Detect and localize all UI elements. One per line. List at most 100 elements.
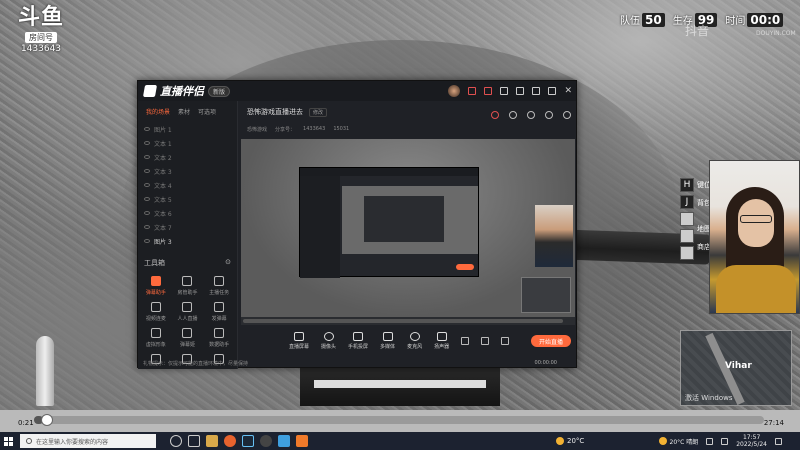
scene-item[interactable]: 文本 5 — [138, 192, 237, 206]
camera-button[interactable]: 摄像头 — [321, 332, 336, 350]
webcam-overlay — [709, 160, 800, 314]
start-button[interactable] — [0, 432, 16, 450]
volume-icon[interactable] — [721, 437, 729, 445]
eye-icon[interactable] — [144, 239, 150, 243]
chat-icon[interactable] — [527, 111, 535, 119]
tray-clock[interactable]: 17:57 2022/5/24 — [736, 434, 767, 448]
notification-icon[interactable] — [775, 437, 782, 445]
firefox-icon[interactable] — [224, 435, 236, 447]
tool-streamer-task[interactable]: 主播任务 — [203, 276, 235, 296]
scene-item[interactable]: 图片 1 — [138, 122, 237, 136]
cortana-icon[interactable] — [170, 435, 182, 447]
eye-icon[interactable] — [144, 183, 150, 187]
scrollbar-thumb[interactable] — [243, 319, 563, 323]
scene-item-label: 文本 5 — [154, 196, 172, 204]
video-icon — [150, 302, 161, 312]
network-icon[interactable] — [706, 437, 714, 445]
scene-item-label: 文本 3 — [154, 168, 172, 176]
media-button[interactable]: 多媒体 — [380, 332, 395, 350]
room-edit-button[interactable]: 修改 — [309, 107, 328, 117]
scene-item[interactable]: 文本 7 — [138, 220, 237, 234]
taskbar-weather-mid[interactable]: 20°C — [556, 432, 584, 450]
taskbar-apps — [170, 435, 308, 447]
more-icon[interactable]: ⊙ — [225, 258, 231, 268]
minimap-place: Vihar — [725, 361, 752, 371]
room-category[interactable]: 恐怖游戏 — [247, 126, 267, 133]
hud-squad-label: 队伍 — [620, 16, 640, 27]
menu-icon[interactable] — [532, 87, 541, 95]
shirt-icon[interactable] — [500, 87, 509, 95]
eye-icon[interactable] — [144, 197, 150, 201]
scene-item-selected[interactable]: 图片 3 — [138, 234, 237, 248]
tool-label: 房管助手 — [177, 290, 198, 296]
stream-preview[interactable] — [241, 139, 575, 317]
webcam-face — [738, 199, 774, 247]
scene-item-label: 图片 1 — [154, 126, 172, 134]
scene-item[interactable]: 文本 6 — [138, 206, 237, 220]
microphone-button[interactable]: 麦克风 — [407, 332, 422, 350]
message-icon[interactable] — [516, 87, 525, 95]
version-badge[interactable]: 新版 — [208, 85, 231, 97]
settings-icon[interactable] — [501, 337, 510, 345]
room-title: 恐怖游戏直播进去 — [247, 108, 303, 116]
preview-scrollbar[interactable] — [241, 317, 575, 325]
eye-icon[interactable] — [144, 141, 150, 145]
record-icon[interactable] — [461, 337, 470, 345]
tab-options[interactable]: 可选项 — [198, 107, 216, 116]
ctrl-label: 扬声器 — [434, 344, 450, 350]
scene-item[interactable]: 文本 1 — [138, 136, 237, 150]
tool-send-danmu[interactable]: 发弹幕 — [203, 302, 235, 322]
eye-icon[interactable] — [144, 127, 150, 131]
tool-everyone-live[interactable]: 人人直播 — [172, 302, 204, 322]
user-avatar[interactable] — [448, 85, 461, 97]
live-companion-taskbar-icon[interactable] — [296, 435, 308, 447]
file-explorer-icon[interactable] — [206, 435, 218, 447]
view-icon[interactable] — [481, 337, 490, 345]
share-icon[interactable] — [563, 111, 571, 119]
task-view-icon[interactable] — [188, 435, 200, 447]
scene-item[interactable]: 文本 3 — [138, 164, 237, 178]
app-icon-blue[interactable] — [278, 435, 290, 447]
gift-box-icon[interactable] — [491, 111, 499, 119]
seek-handle[interactable] — [41, 414, 53, 426]
bell-icon[interactable] — [545, 111, 553, 119]
mail-icon[interactable] — [484, 87, 493, 95]
lock-icon[interactable] — [509, 111, 517, 119]
tool-data-helper[interactable]: 数据助手 — [203, 328, 235, 348]
app-titlebar[interactable]: 直播伴侣 新版 ✕ — [138, 81, 576, 101]
obs-icon[interactable] — [260, 435, 272, 447]
eye-icon[interactable] — [144, 169, 150, 173]
scene-item[interactable]: 文本 4 — [138, 178, 237, 192]
steam-icon[interactable] — [242, 435, 254, 447]
go-live-button[interactable]: 开始直播 — [531, 335, 571, 347]
tab-my-scenes[interactable]: 我的场景 — [146, 107, 170, 116]
key-backpack-icon — [680, 229, 694, 243]
tank-base — [300, 366, 500, 406]
screen-capture-button[interactable]: 直播屏幕 — [289, 332, 309, 350]
tool-video-link[interactable]: 视频连麦 — [140, 302, 172, 322]
tool-danmu-helper[interactable]: 弹幕助手 — [140, 276, 172, 296]
tab-materials[interactable]: 素材 — [178, 107, 190, 116]
scene-item-label: 文本 1 — [154, 140, 172, 148]
weather-mid-text: 20°C — [567, 437, 585, 445]
eye-icon[interactable] — [144, 211, 150, 215]
tool-danmu-girl[interactable]: 弹幕姬 — [172, 328, 204, 348]
eye-icon[interactable] — [144, 155, 150, 159]
phone-cast-button[interactable]: 手机投屏 — [348, 332, 368, 350]
live-companion-window[interactable]: 直播伴侣 新版 ✕ 我的场景 素材 可选项 图片 1 文本 1 文本 2 文本 … — [137, 80, 577, 369]
minimize-icon[interactable] — [548, 87, 557, 95]
close-icon[interactable]: ✕ — [564, 87, 572, 96]
tool-label: 视频连麦 — [145, 316, 166, 322]
eye-icon[interactable] — [144, 225, 150, 229]
speaker-icon — [436, 332, 447, 341]
gift-icon[interactable] — [468, 87, 477, 95]
taskbar-search[interactable]: 在这里输入你要搜索的内容 — [20, 434, 156, 448]
speaker-button[interactable]: 扬声器 — [434, 332, 449, 350]
tool-label: 人人直播 — [177, 316, 198, 322]
tray-weather[interactable]: 20°C 晴朗 — [658, 437, 698, 446]
seek-bar[interactable] — [34, 414, 764, 426]
tool-label: 虚拟形象 — [145, 342, 166, 348]
tool-room-admin[interactable]: 房管助手 — [172, 276, 204, 296]
tool-avatar[interactable]: 虚拟形象 — [140, 328, 172, 348]
scene-item[interactable]: 文本 2 — [138, 150, 237, 164]
